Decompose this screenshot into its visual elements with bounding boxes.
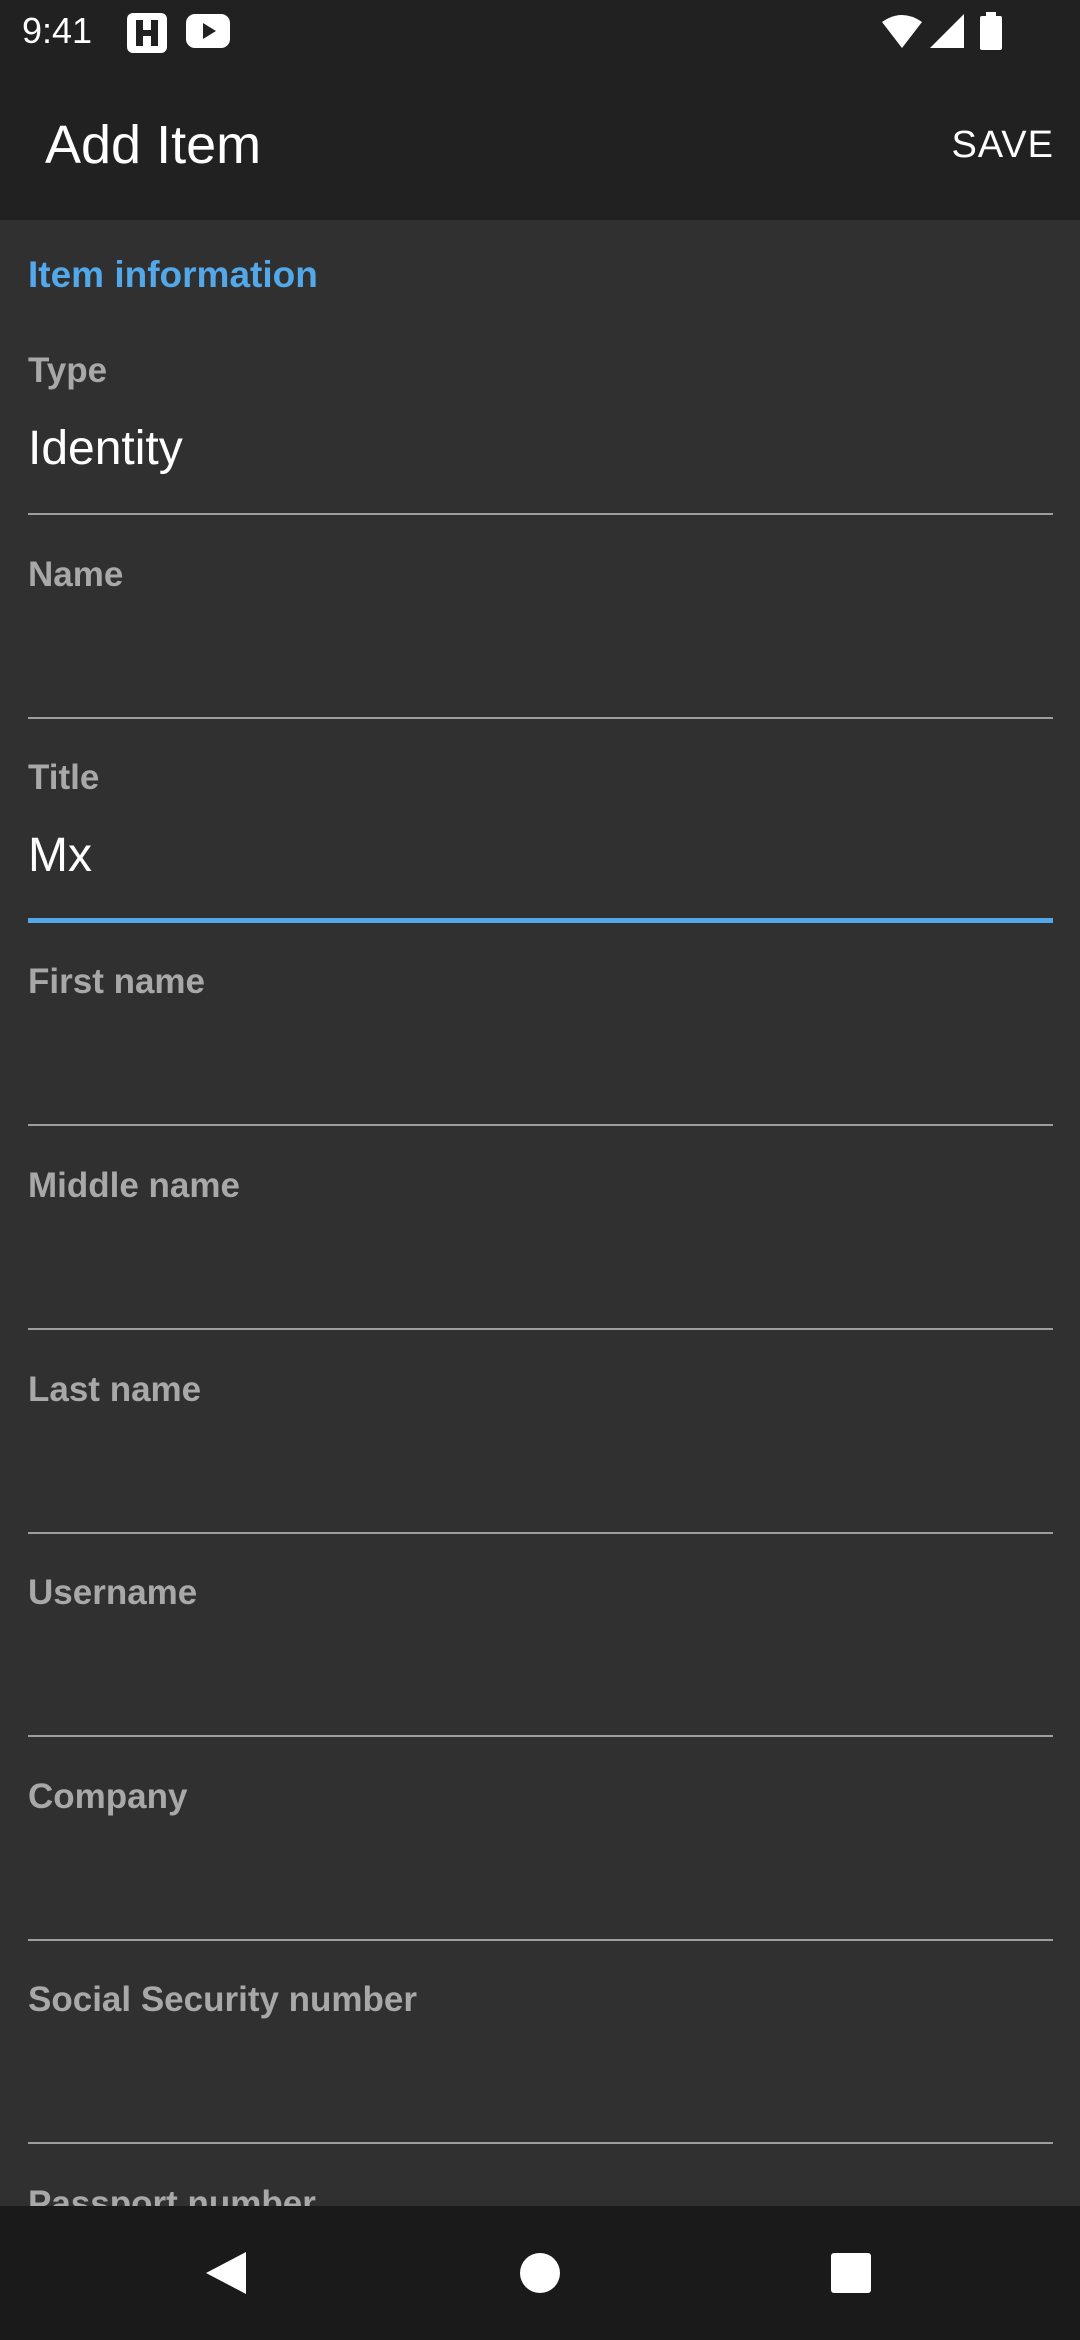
company-label: Company [28, 1777, 188, 1816]
status-bar: 9:41 [0, 0, 1080, 66]
signal-icon [928, 14, 964, 55]
page-title: Add Item [45, 115, 262, 175]
field-underline [28, 1939, 1053, 1941]
ssn-label: Social Security number [28, 1980, 418, 2019]
home-icon[interactable] [495, 2230, 585, 2316]
recents-icon[interactable] [806, 2230, 896, 2316]
first-name-field[interactable]: First name [28, 948, 1053, 1152]
first-name-label: First name [28, 962, 205, 1001]
field-underline [28, 1735, 1053, 1737]
section-header: Item information [28, 254, 318, 295]
last-name-field[interactable]: Last name [28, 1356, 1053, 1560]
youtube-icon [186, 14, 230, 53]
battery-icon [980, 12, 1002, 55]
passport-label: Passport number [28, 2184, 316, 2206]
name-label: Name [28, 555, 124, 594]
navigation-bar [0, 2206, 1080, 2340]
wifi-icon [882, 14, 922, 55]
last-name-label: Last name [28, 1370, 202, 1409]
back-icon[interactable] [181, 2230, 271, 2316]
title-input[interactable]: Mx [28, 828, 1028, 883]
save-button[interactable]: SAVE [947, 120, 1058, 171]
field-underline [28, 2142, 1053, 2144]
item-form: Item information Type Identity Name Titl… [0, 220, 1080, 2206]
field-underline [28, 1532, 1053, 1534]
passport-field[interactable]: Passport number [28, 2170, 1053, 2206]
toolbar: Add Item SAVE [0, 66, 1080, 220]
type-value[interactable]: Identity [28, 421, 1028, 476]
field-underline [28, 513, 1053, 515]
company-field[interactable]: Company [28, 1763, 1053, 1967]
middle-name-field[interactable]: Middle name [28, 1152, 1053, 1356]
field-underline [28, 1124, 1053, 1126]
name-field[interactable]: Name [28, 541, 1053, 745]
bitwarden-icon [126, 12, 168, 59]
type-label: Type [28, 351, 108, 390]
title-field[interactable]: Title Mx [28, 744, 1053, 948]
field-underline [28, 717, 1053, 719]
status-time: 9:41 [22, 10, 93, 51]
middle-name-label: Middle name [28, 1166, 240, 1205]
ssn-field[interactable]: Social Security number [28, 1966, 1053, 2170]
title-label: Title [28, 758, 100, 797]
username-field[interactable]: Username [28, 1559, 1053, 1763]
type-field[interactable]: Type Identity [28, 337, 1053, 541]
username-label: Username [28, 1573, 198, 1612]
field-underline [28, 1328, 1053, 1330]
field-underline-active [28, 918, 1053, 923]
